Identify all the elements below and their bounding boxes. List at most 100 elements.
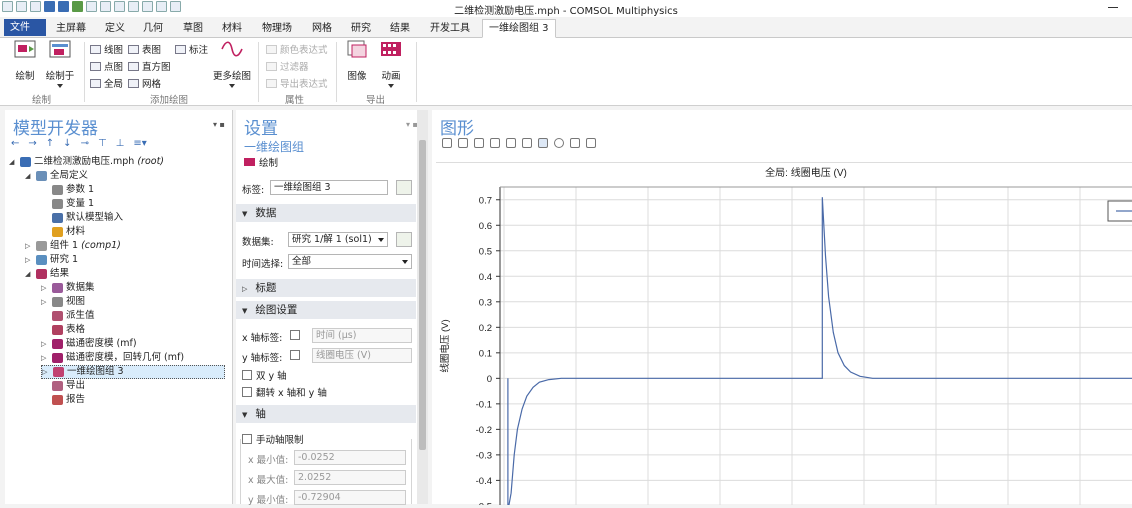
x-axis-label-input[interactable]: 时间 (µs) — [312, 328, 412, 343]
panel-menu-icon[interactable]: ▾ ▪ — [213, 120, 225, 129]
plot-area[interactable]: 全局: 线圈电压 (V) 线圈电压 (V) 0.7 0.6 0.5 0.4 0.3 0.2 0.… — [436, 162, 1132, 508]
tab-sketch[interactable]: 草图 — [177, 20, 209, 37]
flip-axes-checkbox[interactable] — [242, 387, 252, 397]
image-button[interactable]: 图像 — [342, 40, 372, 82]
tree-node[interactable]: 派生值 — [41, 309, 95, 323]
zoom-in-icon[interactable] — [442, 138, 452, 148]
tab-materials[interactable]: 材料 — [216, 20, 248, 37]
expand-toggle-icon[interactable]: ▷ — [41, 295, 49, 309]
table-graph-button[interactable]: 表图 — [128, 42, 161, 56]
tab-home[interactable]: 主屏幕 — [50, 20, 92, 37]
annotation-button[interactable]: 标注 — [175, 42, 208, 56]
label-input[interactable]: 一维绘图组 3 — [270, 180, 388, 195]
time-selection-select[interactable]: 全部 — [288, 254, 412, 269]
tab-mesh[interactable]: 网格 — [306, 20, 338, 37]
tree-node[interactable]: ◢ 二维检测激励电压.mph (root) — [9, 155, 164, 169]
dual-y-checkbox[interactable] — [242, 370, 252, 380]
section-plot-settings[interactable]: ▼ 绘图设置 — [236, 301, 416, 319]
tree-node[interactable]: ▷ 一维绘图组 3 — [41, 365, 225, 379]
settings-plot-button[interactable]: 绘制 — [244, 155, 278, 169]
expand-toggle-icon[interactable]: ▷ — [41, 281, 49, 295]
tree-node[interactable]: 报告 — [41, 393, 85, 407]
color-expression-button[interactable]: 颜色表达式 — [266, 42, 328, 56]
tab-geometry[interactable]: 几何 — [137, 20, 169, 37]
back-icon[interactable]: ← — [11, 138, 19, 149]
expand-toggle-icon[interactable]: ▷ — [42, 365, 50, 379]
x-max-input[interactable]: 2.0252 — [294, 470, 406, 485]
dataset-select[interactable]: 研究 1/解 1 (sol1) — [288, 232, 388, 247]
expand-toggle-icon[interactable]: ▷ — [25, 253, 33, 267]
camera-icon[interactable] — [570, 138, 580, 148]
global-button[interactable]: 全局 — [90, 76, 123, 90]
y-min-input[interactable]: -0.72904 — [294, 490, 406, 505]
y-axis-label-checkbox[interactable] — [290, 350, 300, 360]
expand-toggle-icon[interactable]: ▷ — [41, 337, 49, 351]
histogram-button[interactable]: 直方图 — [128, 59, 171, 73]
tree-node[interactable]: ▷ 磁通密度模 (mf) — [41, 337, 137, 351]
export-expression-button[interactable]: 导出表达式 — [266, 76, 328, 90]
y-axis-label-input[interactable]: 线圈电压 (V) — [312, 348, 412, 363]
expand-toggle-icon[interactable]: ▷ — [25, 239, 33, 253]
tree-node[interactable]: ▷ 数据集 — [41, 281, 95, 295]
tree-node[interactable]: 表格 — [41, 323, 85, 337]
tree-node[interactable]: ▷ 组件 1 (comp1) — [25, 239, 121, 253]
scrollbar-thumb[interactable] — [419, 140, 426, 450]
move-up-icon[interactable]: ↑ — [46, 138, 54, 149]
show-icon[interactable]: ⊸ — [81, 138, 89, 149]
expand-toggle-icon[interactable]: ◢ — [25, 267, 33, 281]
section-title[interactable]: ▷ 标题 — [236, 279, 416, 297]
tab-results[interactable]: 结果 — [384, 20, 416, 37]
zoom-out-icon[interactable] — [458, 138, 468, 148]
tree-node[interactable]: ◢ 结果 — [25, 267, 69, 281]
expand-toggle-icon[interactable]: ▷ — [41, 351, 49, 365]
tab-developer[interactable]: 开发工具 — [424, 20, 476, 37]
tree-node[interactable]: 默认模型输入 — [41, 211, 123, 225]
dataset-action-icon[interactable] — [396, 232, 412, 247]
list-menu-icon[interactable]: ≡▾ — [133, 138, 146, 149]
tree-node[interactable]: 材料 — [41, 225, 85, 239]
animation-button[interactable]: 动画 — [376, 40, 406, 88]
mesh-plot-button[interactable]: 网格 — [128, 76, 161, 90]
tree-node[interactable]: 参数 1 — [41, 183, 94, 197]
section-axis[interactable]: ▼ 轴 — [236, 405, 416, 423]
tab-physics[interactable]: 物理场 — [256, 20, 298, 37]
x-axis-label-checkbox[interactable] — [290, 330, 300, 340]
table-icon[interactable] — [522, 138, 532, 148]
tree-node[interactable]: ▷ 视图 — [41, 295, 85, 309]
expand-toggle-icon[interactable]: ◢ — [25, 169, 33, 183]
point-graph-button[interactable]: 点图 — [90, 59, 123, 73]
move-down-icon[interactable]: ↓ — [63, 138, 71, 149]
tree-node[interactable]: ◢ 全局定义 — [25, 169, 88, 183]
tree-node[interactable]: ▷ 磁通密度模，回转几何 (mf) — [41, 351, 184, 365]
plot-button[interactable]: 绘制 — [8, 40, 42, 82]
filter-button[interactable]: 过滤器 — [266, 59, 309, 73]
legend-icon[interactable] — [538, 138, 548, 148]
scene-light-icon[interactable] — [554, 138, 564, 148]
tree-node[interactable]: 变量 1 — [41, 197, 94, 211]
collapse-icon[interactable]: ⊥ — [116, 138, 125, 149]
settings-scrollbar[interactable] — [417, 110, 428, 504]
section-data[interactable]: ▼ 数据 — [236, 204, 416, 222]
tab-definitions[interactable]: 定义 — [99, 20, 131, 37]
tab-1d-plot-group[interactable]: 一维绘图组 3 — [482, 19, 556, 38]
tab-study[interactable]: 研究 — [345, 20, 377, 37]
x-min-input[interactable]: -0.0252 — [294, 450, 406, 465]
series-line[interactable] — [507, 197, 1132, 508]
more-plots-button[interactable]: 更多绘图 — [210, 40, 254, 88]
tree-node[interactable]: 导出 — [41, 379, 85, 393]
line-chart[interactable]: 全局: 线圈电压 (V) 线圈电压 (V) 0.7 0.6 0.5 0.4 0.3 0.2 0.… — [436, 163, 1132, 508]
minimize-button[interactable] — [1108, 7, 1118, 8]
y-tick-label: 0.5 — [479, 246, 492, 257]
plot-in-button[interactable]: 绘制于 — [44, 40, 76, 88]
expand-icon[interactable]: ⊤ — [98, 138, 107, 149]
grid-icon[interactable] — [506, 138, 516, 148]
tree-node[interactable]: ▷ 研究 1 — [25, 253, 78, 267]
label-action-icon[interactable] — [396, 180, 412, 195]
line-graph-button[interactable]: 线图 — [90, 42, 123, 56]
forward-icon[interactable]: → — [28, 138, 36, 149]
zoom-extents-icon[interactable] — [490, 138, 500, 148]
print-icon[interactable] — [586, 138, 596, 148]
zoom-box-icon[interactable] — [474, 138, 484, 148]
expand-toggle-icon[interactable]: ◢ — [9, 155, 17, 169]
tab-file[interactable]: 文件 — [4, 19, 46, 36]
